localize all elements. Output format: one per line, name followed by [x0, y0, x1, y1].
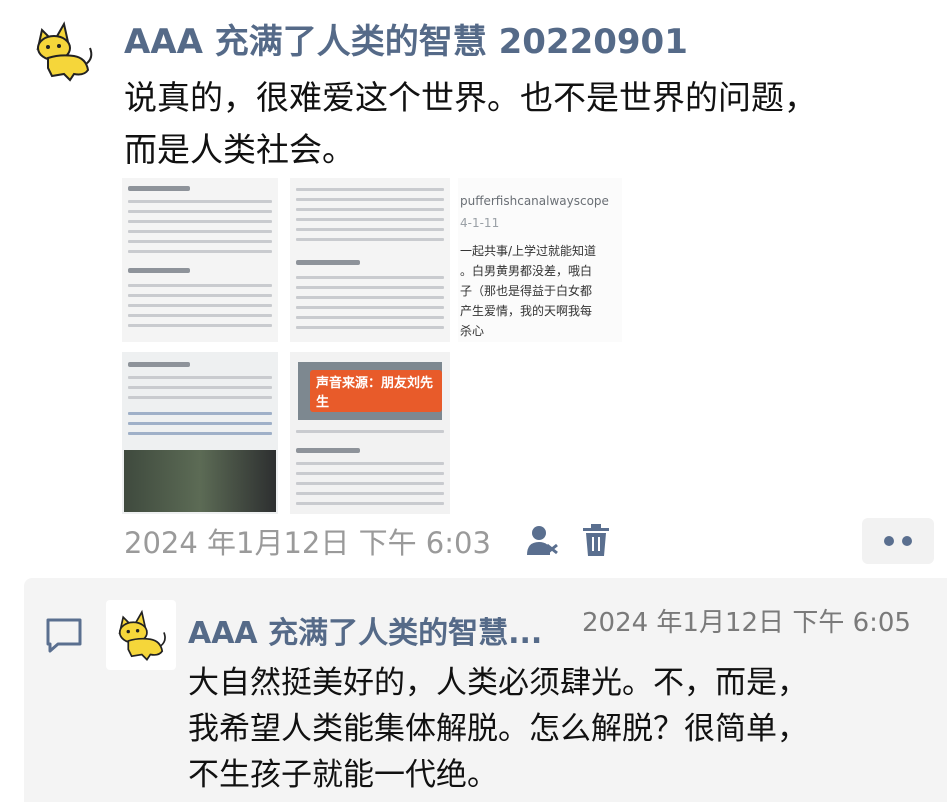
image-text: 杀心	[460, 324, 485, 338]
comment-author[interactable]: AAA 充满了人类的智慧...	[188, 608, 542, 652]
post-image-1[interactable]	[122, 178, 278, 342]
image-text: 产生爱情，我的天啊我每	[460, 304, 593, 318]
post-author[interactable]: AAA 充满了人类的智慧 20220901	[124, 14, 688, 63]
comment-text-line: 我希望人类能集体解脱。怎么解脱？很简单，	[188, 711, 808, 747]
trash-icon[interactable]	[578, 520, 614, 560]
comment-text: 大自然挺美好的，人类必须肆光。不，而是， 我希望人类能集体解脱。怎么解脱？很简单…	[188, 660, 908, 798]
cat-icon	[118, 609, 166, 661]
image-banner-text: 声音来源：朋友刘先生	[310, 370, 442, 412]
comment-timestamp: 2024 年1月12日 下午 6:05	[582, 608, 911, 638]
image-photo: 声音来源：朋友刘先生	[298, 362, 442, 420]
post-timestamp: 2024 年1月12日 下午 6:03	[124, 526, 491, 560]
post-text: 说真的，很难爱这个世界。也不是世界的问题， 而是人类社会。	[124, 72, 924, 176]
image-text: 4-1-11	[460, 216, 500, 230]
post-text-line: 说真的，很难爱这个世界。也不是世界的问题，	[124, 78, 817, 117]
post-image-grid: pufferfishcanalwayscope 4-1-11 一起共事/上学过就…	[122, 178, 622, 514]
post-text-line: 而是人类社会。	[124, 130, 355, 169]
person-icon[interactable]	[524, 520, 560, 560]
comment-avatar[interactable]	[106, 600, 176, 670]
post-image-5[interactable]: 声音来源：朋友刘先生	[290, 352, 450, 514]
comment-icon	[44, 616, 84, 658]
image-text: 子（那也是得益于白女都	[460, 284, 593, 298]
author-avatar[interactable]	[30, 18, 96, 84]
image-text: 。白男黄男都没差，哦白	[460, 264, 593, 278]
image-text: pufferfishcanalwayscope	[460, 194, 609, 208]
more-dots-icon[interactable]	[862, 518, 934, 564]
cat-icon	[36, 21, 93, 82]
comment-text-line: 不生孩子就能一代绝。	[188, 757, 498, 793]
post-image-2[interactable]	[290, 178, 450, 342]
post-image-4[interactable]	[122, 352, 278, 514]
post-image-3[interactable]: pufferfishcanalwayscope 4-1-11 一起共事/上学过就…	[458, 178, 622, 342]
comment-text-line: 大自然挺美好的，人类必须肆光。不，而是，	[188, 665, 808, 701]
image-photo	[124, 450, 276, 512]
comment-section: AAA 充满了人类的智慧... 2024 年1月12日 下午 6:05 大自然挺…	[24, 578, 947, 802]
image-text: 一起共事/上学过就能知道	[460, 244, 597, 258]
